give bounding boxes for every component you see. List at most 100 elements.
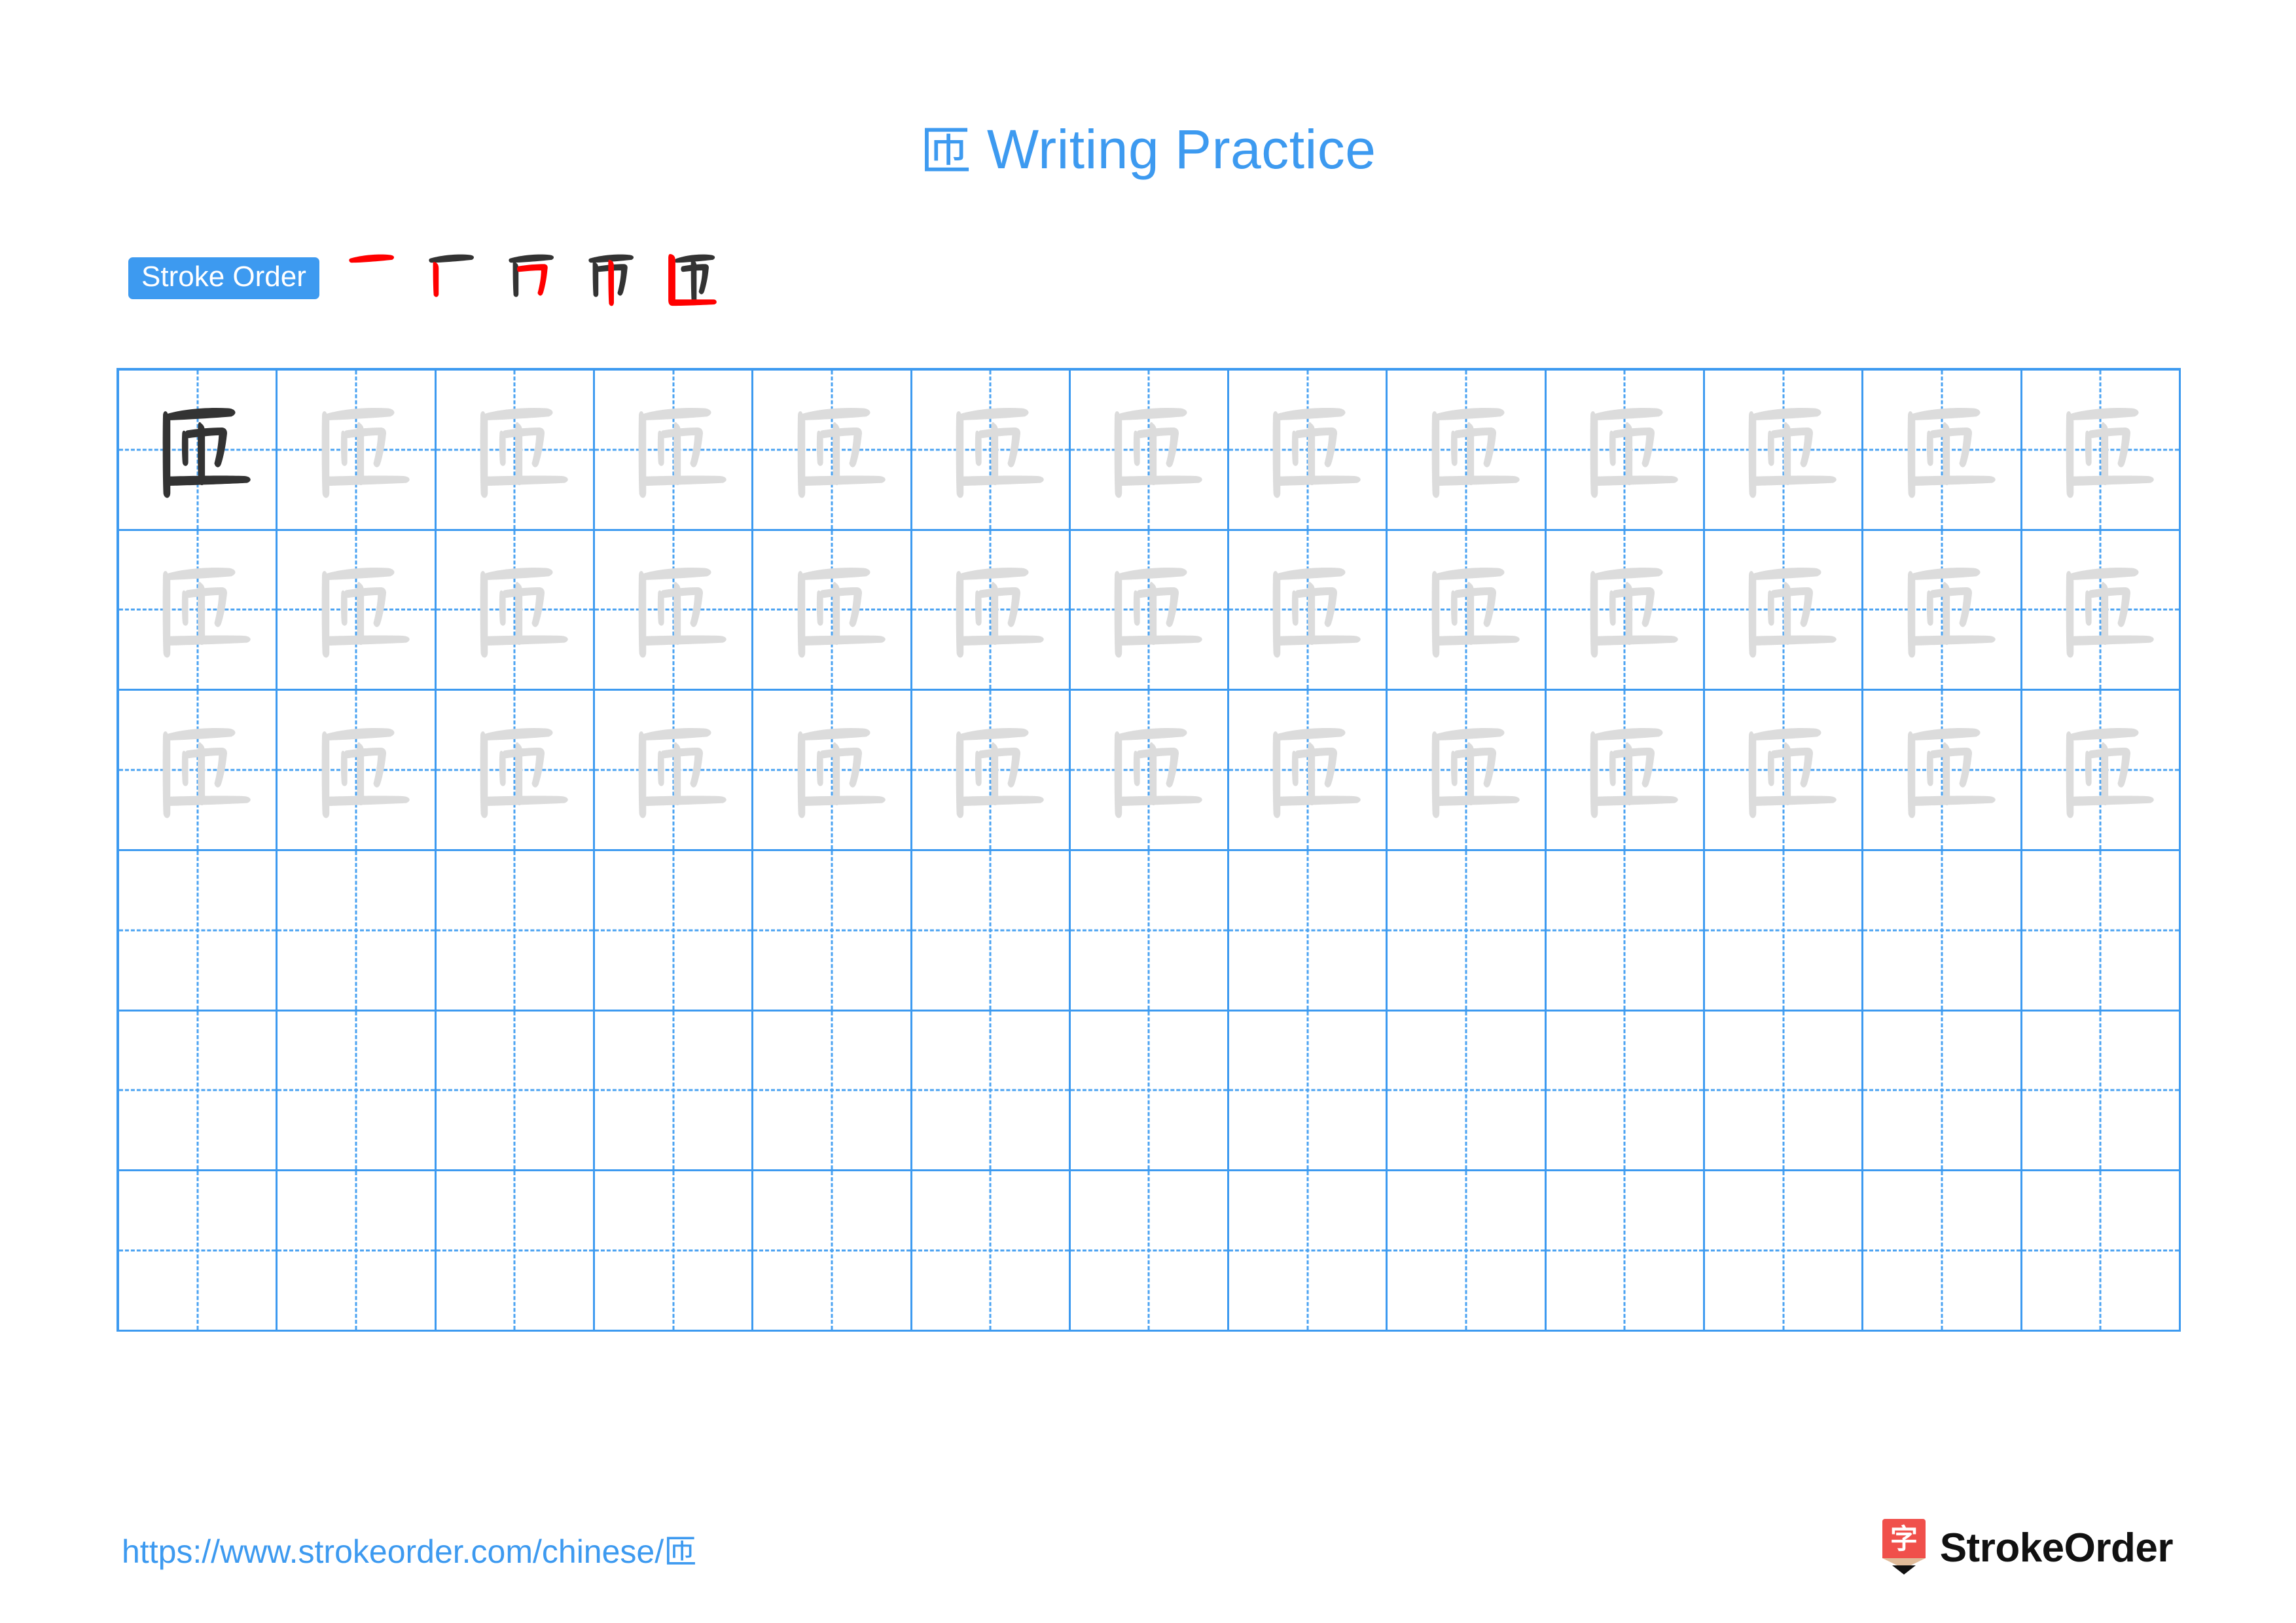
practice-cell-r4-c5[interactable] — [753, 851, 912, 1012]
practice-cell-r4-c8[interactable] — [1229, 851, 1388, 1012]
practice-cell-r3-c7[interactable] — [1070, 691, 1230, 851]
practice-cell-r5-c7[interactable] — [1070, 1011, 1230, 1172]
trace-character — [437, 531, 593, 689]
practice-cell-r2-c9[interactable] — [1388, 530, 1547, 691]
practice-cell-r3-c12[interactable] — [1863, 691, 2022, 851]
practice-cell-r6-c1[interactable] — [119, 1171, 278, 1332]
practice-cell-r2-c6[interactable] — [912, 530, 1071, 691]
practice-cell-r3-c8[interactable] — [1229, 691, 1388, 851]
practice-cell-r2-c4[interactable] — [594, 530, 754, 691]
practice-cell-r3-c1[interactable] — [119, 691, 278, 851]
practice-cell-r4-c13[interactable] — [2022, 851, 2181, 1012]
stroke-order-steps — [339, 243, 738, 314]
footer-url[interactable]: https://www.strokeorder.com/chinese/匝 — [122, 1525, 696, 1573]
practice-cell-r3-c9[interactable] — [1388, 691, 1547, 851]
practice-cell-r3-c11[interactable] — [1705, 691, 1864, 851]
practice-cell-r5-c3[interactable] — [436, 1011, 595, 1172]
trace-character — [1388, 371, 1544, 529]
practice-cell-r2-c7[interactable] — [1070, 530, 1230, 691]
practice-cell-r2-c11[interactable] — [1705, 530, 1864, 691]
trace-character — [278, 371, 434, 529]
stroke-step-5 — [658, 243, 729, 314]
trace-character — [1388, 691, 1544, 849]
trace-character — [1071, 531, 1227, 689]
practice-cell-r3-c3[interactable] — [436, 691, 595, 851]
practice-cell-r5-c8[interactable] — [1229, 1011, 1388, 1172]
trace-character — [595, 371, 751, 529]
practice-cell-r1-c6[interactable] — [912, 371, 1071, 531]
practice-cell-r1-c3[interactable] — [436, 371, 595, 531]
trace-character — [2022, 691, 2179, 849]
model-character — [119, 371, 276, 529]
practice-cell-r4-c10[interactable] — [1546, 851, 1706, 1012]
practice-cell-r1-c10[interactable] — [1546, 371, 1706, 531]
practice-cell-r4-c3[interactable] — [436, 851, 595, 1012]
practice-cell-r6-c9[interactable] — [1388, 1171, 1547, 1332]
practice-cell-r6-c10[interactable] — [1546, 1171, 1706, 1332]
practice-cell-r5-c5[interactable] — [753, 1011, 912, 1172]
practice-cell-r4-c1[interactable] — [119, 851, 278, 1012]
trace-character — [1229, 371, 1386, 529]
trace-character — [1863, 691, 2020, 849]
practice-cell-r6-c8[interactable] — [1229, 1171, 1388, 1332]
practice-cell-r2-c12[interactable] — [1863, 530, 2022, 691]
brand-logo-group: 字 StrokeOrder — [1880, 1518, 2174, 1578]
practice-cell-r5-c10[interactable] — [1546, 1011, 1706, 1172]
practice-cell-r4-c4[interactable] — [594, 851, 754, 1012]
practice-cell-r5-c6[interactable] — [912, 1011, 1071, 1172]
practice-cell-r3-c10[interactable] — [1546, 691, 1706, 851]
practice-cell-r2-c13[interactable] — [2022, 530, 2181, 691]
practice-cell-r4-c11[interactable] — [1705, 851, 1864, 1012]
practice-cell-r3-c6[interactable] — [912, 691, 1071, 851]
practice-grid — [117, 368, 2181, 1332]
practice-cell-r6-c12[interactable] — [1863, 1171, 2022, 1332]
practice-cell-r6-c11[interactable] — [1705, 1171, 1864, 1332]
practice-cell-r1-c4[interactable] — [594, 371, 754, 531]
practice-cell-r1-c12[interactable] — [1863, 371, 2022, 531]
trace-character — [1705, 691, 1861, 849]
practice-cell-r5-c9[interactable] — [1388, 1011, 1547, 1172]
practice-cell-r6-c3[interactable] — [436, 1171, 595, 1332]
practice-cell-r5-c11[interactable] — [1705, 1011, 1864, 1172]
practice-cell-r2-c1[interactable] — [119, 530, 278, 691]
practice-cell-r2-c8[interactable] — [1229, 530, 1388, 691]
practice-cell-r4-c2[interactable] — [278, 851, 437, 1012]
trace-character — [2022, 531, 2179, 689]
practice-cell-r1-c5[interactable] — [753, 371, 912, 531]
practice-cell-r4-c6[interactable] — [912, 851, 1071, 1012]
practice-cell-r5-c4[interactable] — [594, 1011, 754, 1172]
practice-cell-r1-c13[interactable] — [2022, 371, 2181, 531]
practice-cell-r6-c6[interactable] — [912, 1171, 1071, 1332]
practice-cell-r1-c9[interactable] — [1388, 371, 1547, 531]
practice-cell-r5-c1[interactable] — [119, 1011, 278, 1172]
practice-cell-r3-c13[interactable] — [2022, 691, 2181, 851]
practice-cell-r1-c1[interactable] — [119, 371, 278, 531]
practice-cell-r4-c7[interactable] — [1070, 851, 1230, 1012]
practice-cell-r6-c2[interactable] — [278, 1171, 437, 1332]
practice-cell-r1-c11[interactable] — [1705, 371, 1864, 531]
practice-cell-r1-c8[interactable] — [1229, 371, 1388, 531]
practice-cell-r6-c13[interactable] — [2022, 1171, 2181, 1332]
trace-character — [1229, 691, 1386, 849]
practice-cell-r3-c5[interactable] — [753, 691, 912, 851]
practice-cell-r4-c12[interactable] — [1863, 851, 2022, 1012]
practice-cell-r1-c7[interactable] — [1070, 371, 1230, 531]
practice-cell-r2-c10[interactable] — [1546, 530, 1706, 691]
practice-cell-r5-c12[interactable] — [1863, 1011, 2022, 1172]
practice-cell-r5-c13[interactable] — [2022, 1011, 2181, 1172]
practice-cell-r6-c5[interactable] — [753, 1171, 912, 1332]
practice-cell-r5-c2[interactable] — [278, 1011, 437, 1172]
practice-cell-r2-c2[interactable] — [278, 530, 437, 691]
practice-cell-r2-c5[interactable] — [753, 530, 912, 691]
practice-cell-r3-c2[interactable] — [278, 691, 437, 851]
practice-cell-r3-c4[interactable] — [594, 691, 754, 851]
stroke-step-1 — [339, 243, 410, 314]
practice-cell-r6-c4[interactable] — [594, 1171, 754, 1332]
trace-character — [437, 371, 593, 529]
trace-character — [1388, 531, 1544, 689]
practice-cell-r2-c3[interactable] — [436, 530, 595, 691]
practice-cell-r1-c2[interactable] — [278, 371, 437, 531]
svg-text:字: 字 — [1890, 1523, 1918, 1555]
practice-cell-r4-c9[interactable] — [1388, 851, 1547, 1012]
practice-cell-r6-c7[interactable] — [1070, 1171, 1230, 1332]
